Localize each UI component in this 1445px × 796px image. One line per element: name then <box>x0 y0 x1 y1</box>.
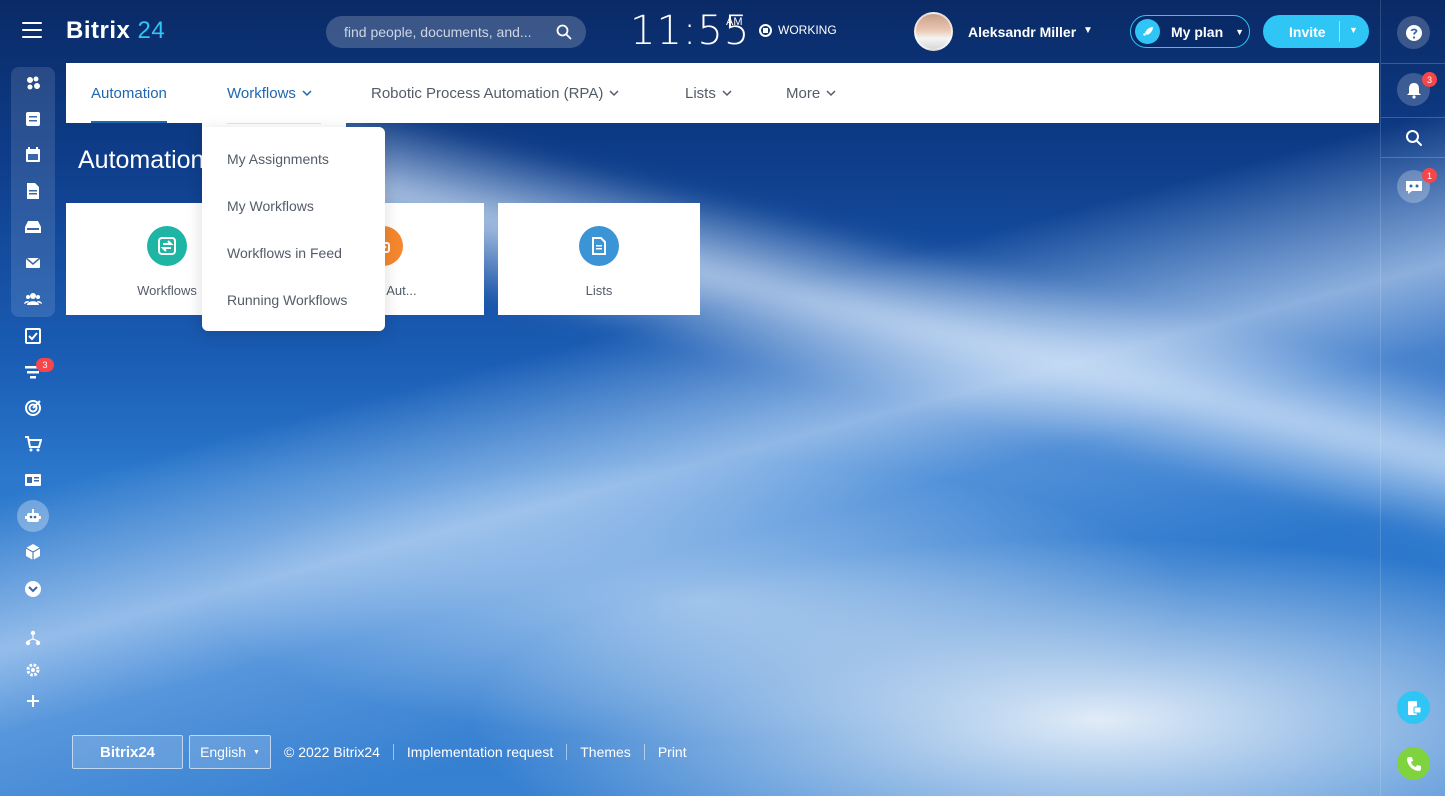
divider <box>1339 21 1340 42</box>
tab-label: Automation <box>91 84 167 102</box>
page-title: Automation <box>78 146 205 174</box>
documents-icon[interactable] <box>22 180 44 202</box>
tab-automation[interactable]: Automation <box>91 63 167 123</box>
tab-rpa[interactable]: Robotic Process Automation (RPA) <box>371 63 619 123</box>
chat-badge: 1 <box>1422 168 1437 183</box>
tab-workflows-label[interactable]: Workflows <box>227 63 312 123</box>
left-sidebar: 3 <box>0 63 66 796</box>
implementation-request-link[interactable]: Implementation request <box>407 744 553 760</box>
menu-item-my-workflows[interactable]: My Workflows <box>227 198 314 214</box>
workflows-dropdown: My Assignments My Workflows Workflows in… <box>202 127 385 331</box>
clock-time[interactable]: 11:55 <box>630 8 750 54</box>
chevron-down-icon <box>722 90 732 97</box>
crm-badge: 3 <box>36 358 54 372</box>
user-name[interactable]: Aleksandr Miller <box>968 24 1076 40</box>
logo[interactable]: Bitrix 24 <box>66 17 165 45</box>
search-icon[interactable] <box>556 24 572 40</box>
more-icon[interactable] <box>22 578 44 600</box>
themes-link[interactable]: Themes <box>580 744 631 760</box>
invite-label: Invite <box>1289 23 1326 40</box>
chevron-down-icon <box>826 90 836 97</box>
tab-more[interactable]: More <box>786 63 836 123</box>
menu-icon[interactable] <box>22 22 42 40</box>
calendar-icon[interactable] <box>22 144 44 166</box>
work-status-label: WORKING <box>778 23 837 37</box>
feed-icon[interactable] <box>22 72 44 94</box>
chevron-down-icon[interactable]: ▼ <box>1349 25 1358 35</box>
divider <box>1381 157 1445 158</box>
footer: Bitrix24 English ▼ © 2022 Bitrix24 Implem… <box>72 735 687 769</box>
divider <box>1381 63 1445 64</box>
invite-button[interactable]: Invite ▼ <box>1263 15 1369 48</box>
help-icon[interactable] <box>1397 16 1430 49</box>
card-label: Lists <box>585 283 613 298</box>
automation-icon[interactable] <box>17 500 49 532</box>
user-avatar[interactable] <box>914 12 953 51</box>
phone-icon[interactable] <box>1397 747 1430 780</box>
language-label: English <box>200 744 246 760</box>
menu-item-my-assignments[interactable]: My Assignments <box>227 151 329 167</box>
top-header: Bitrix 24 11:55 AM WORKING Aleksandr Mil… <box>0 0 1380 63</box>
language-select[interactable]: English ▼ <box>189 735 271 769</box>
my-plan-button[interactable]: My plan ▼ <box>1130 15 1250 48</box>
menu-item-workflows-in-feed[interactable]: Workflows in Feed <box>227 245 342 261</box>
search-box[interactable] <box>326 16 586 48</box>
divider <box>392 744 394 760</box>
tab-lists[interactable]: Lists <box>685 63 732 123</box>
mail-icon[interactable] <box>22 252 44 274</box>
divider <box>1381 117 1445 118</box>
sitemap-icon[interactable] <box>22 627 44 649</box>
card-lists[interactable]: Lists <box>498 203 700 315</box>
tab-label: Workflows <box>227 84 296 102</box>
tab-label: Robotic Process Automation (RPA) <box>371 84 604 102</box>
chevron-down-icon: ▼ <box>252 748 260 756</box>
add-icon[interactable] <box>22 690 44 712</box>
workflows-icon <box>147 226 187 266</box>
print-link[interactable]: Print <box>658 744 687 760</box>
tab-label: Lists <box>685 84 716 102</box>
inventory-icon[interactable] <box>22 541 44 563</box>
tasks-icon[interactable] <box>22 325 44 347</box>
marketing-icon[interactable] <box>22 397 44 419</box>
search-icon[interactable] <box>1397 121 1430 154</box>
chevron-down-icon <box>302 90 312 97</box>
messenger-icon[interactable] <box>22 108 44 130</box>
store-icon[interactable] <box>22 433 44 455</box>
footer-logo[interactable]: Bitrix24 <box>72 735 183 769</box>
search-input[interactable] <box>344 16 554 48</box>
lists-icon <box>579 226 619 266</box>
work-status[interactable]: WORKING <box>759 23 837 37</box>
divider <box>566 744 568 760</box>
chevron-down-icon[interactable]: ▼ <box>1083 25 1093 36</box>
chevron-down-icon: ▼ <box>1235 26 1245 37</box>
drive-icon[interactable] <box>22 216 44 238</box>
stop-icon <box>759 23 772 37</box>
notifications-badge: 3 <box>1422 72 1437 87</box>
tab-label: More <box>786 84 821 102</box>
rocket-icon <box>1135 19 1160 44</box>
divider <box>643 744 645 760</box>
logo-text: Bitrix <box>66 17 131 44</box>
chevron-down-icon <box>609 90 619 97</box>
tab-workflows[interactable]: Workflows <box>202 68 346 130</box>
my-plan-label: My plan <box>1171 23 1224 40</box>
settings-icon[interactable] <box>22 659 44 681</box>
clock-ampm: AM <box>726 16 743 28</box>
sites-icon[interactable] <box>22 469 44 491</box>
timeman-icon[interactable] <box>1397 691 1430 724</box>
menu-item-running-workflows[interactable]: Running Workflows <box>227 292 347 308</box>
copyright: © 2022 Bitrix24 <box>284 744 380 760</box>
logo-number: 24 <box>137 17 166 44</box>
divider <box>227 123 321 124</box>
workgroups-icon[interactable] <box>22 288 44 310</box>
right-sidebar: 3 1 <box>1380 0 1445 796</box>
